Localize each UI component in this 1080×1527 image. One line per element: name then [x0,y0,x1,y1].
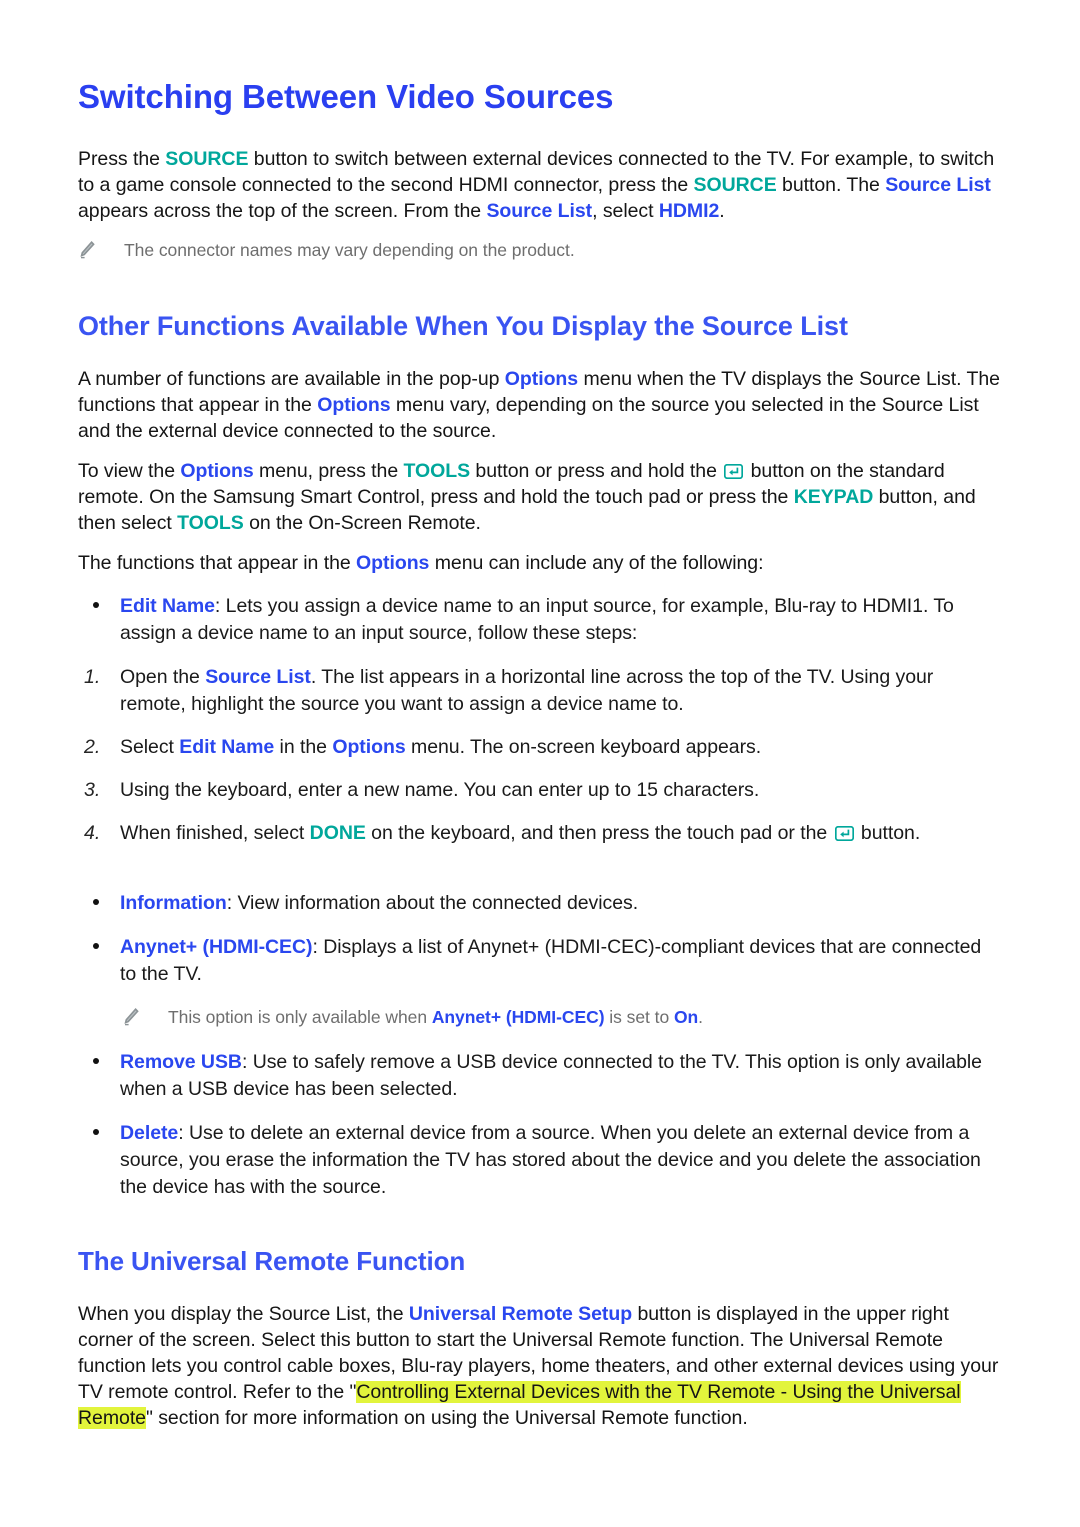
keyword-anynet: Anynet+ (HDMI-CEC) [120,935,313,958]
bullet-marker [78,1049,120,1103]
step-text: Select Edit Name in the Options menu. Th… [120,734,761,761]
step-text: Using the keyboard, enter a new name. Yo… [120,778,760,801]
keyword-hdmi2: HDMI2 [658,199,720,222]
step-text: When finished, select DONE on the keyboa… [120,820,920,847]
keyword-source-list: Source List [205,665,311,688]
keyword-options: Options [332,735,406,758]
keyword-universal-remote-setup: Universal Remote Setup [408,1302,633,1325]
text-fragment: : Use to safely remove a USB device conn… [120,1050,982,1100]
pencil-icon [122,1005,144,1032]
step-number: 1. [84,665,101,688]
enter-key-icon [724,463,744,479]
list-item-step-3: 3. Using the keyboard, enter a new name.… [78,777,1002,804]
text-fragment: This option is only available when [168,1006,432,1027]
step-number: 3. [84,778,101,801]
text-fragment: button or press and hold the [470,459,723,482]
keyword-tools: TOOLS [177,511,244,534]
keyword-options: Options [317,393,391,416]
keyword-source: SOURCE [165,147,249,170]
text-fragment: : Use to delete an external device from … [120,1121,981,1198]
text-fragment: . [698,1006,703,1027]
keyword-options: Options [504,367,579,390]
text-fragment: menu. The on-screen keyboard appears. [405,735,762,758]
document-page: Switching Between Video Sources Press th… [0,0,1080,1527]
list-item-delete: Delete: Use to delete an external device… [78,1120,1002,1201]
text-fragment: button. The [776,173,886,196]
text-fragment: menu can include any of the following: [429,551,764,574]
text-fragment: on the On-Screen Remote. [243,511,481,534]
keyword-anynet: Anynet+ (HDMI-CEC) [431,1006,605,1027]
text-fragment: is set to [604,1006,674,1027]
text-fragment: , select [592,199,659,222]
keyword-done: DONE [309,821,366,844]
list-item-text: Anynet+ (HDMI-CEC): Displays a list of A… [120,934,1002,988]
list-item-step-1: 1. Open the Source List. The list appear… [78,664,1002,718]
bullet-marker [78,593,120,647]
list-item-text: Edit Name: Lets you assign a device name… [120,593,1002,647]
keyword-options: Options [356,551,430,574]
keyword-source-list: Source List [885,173,991,196]
keyword-tools: TOOLS [403,459,471,482]
keyword-delete: Delete [120,1121,179,1144]
text-fragment: Open the [120,665,206,688]
other-functions-paragraph-2: To view the Options menu, press the TOOL… [78,458,1002,536]
text-fragment: : Lets you assign a device name to an in… [120,594,954,644]
text-fragment: menu, press the [253,459,404,482]
step-number: 4. [84,821,101,844]
keyword-information: Information [120,891,227,914]
list-item-remove-usb: Remove USB: Use to safely remove a USB d… [78,1049,1002,1103]
keyword-source: SOURCE [693,173,777,196]
note-anynet-availability: This option is only available when Anyne… [122,1005,1002,1032]
note-connector-names: The connector names may vary depending o… [78,238,1002,265]
list-item-edit-name: Edit Name: Lets you assign a device name… [78,593,1002,647]
other-functions-paragraph-3: The functions that appear in the Options… [78,550,1002,576]
keyword-keypad: KEYPAD [793,485,874,508]
list-item-text: Delete: Use to delete an external device… [120,1120,1002,1201]
text-fragment: button. [855,821,921,844]
list-item-anynet: Anynet+ (HDMI-CEC): Displays a list of A… [78,934,1002,988]
list-item-text: Remove USB: Use to safely remove a USB d… [120,1049,1002,1103]
section-title-universal-remote: The Universal Remote Function [78,1245,466,1276]
note-text: The connector names may vary depending o… [124,239,575,260]
bullet-marker [78,890,120,917]
keyword-edit-name: Edit Name [120,594,215,617]
keyword-remove-usb: Remove USB [120,1050,242,1073]
text-fragment: in the [274,735,333,758]
text-fragment: appears across the top of the screen. Fr… [78,199,487,222]
other-functions-paragraph-1: A number of functions are available in t… [78,366,1002,444]
list-item-text: Information: View information about the … [120,890,638,917]
pencil-icon [78,238,100,265]
enter-key-icon [834,825,854,841]
text-fragment: Press the [78,147,166,170]
text-fragment: When finished, select [120,821,310,844]
step-text: Open the Source List. The list appears i… [120,664,1002,718]
page-title: Switching Between Video Sources [78,78,614,115]
text-fragment: A number of functions are available in t… [78,367,505,390]
switching-paragraph: Press the SOURCE button to switch betwee… [78,146,1002,224]
text-fragment: on the keyboard, and then press the touc… [365,821,833,844]
text-fragment: : View information about the connected d… [226,891,639,914]
list-item-step-2: 2. Select Edit Name in the Options menu.… [78,734,1002,761]
list-item-step-4: 4. When finished, select DONE on the key… [78,820,1002,847]
text-fragment: To view the [78,459,181,482]
text-fragment: " section for more information on using … [145,1406,748,1429]
text-fragment: The functions that appear in the [78,551,357,574]
bullet-marker [78,934,120,988]
universal-remote-paragraph: When you display the Source List, the Un… [78,1301,1002,1431]
keyword-edit-name: Edit Name [179,735,275,758]
keyword-source-list: Source List [486,199,593,222]
note-text: This option is only available when Anyne… [168,1005,703,1029]
keyword-options: Options [180,459,254,482]
step-number: 2. [84,735,101,758]
text-fragment: . [719,199,725,222]
text-fragment: Select [120,735,180,758]
keyword-on: On [673,1006,699,1027]
bullet-marker [78,1120,120,1201]
section-title-other-functions: Other Functions Available When You Displ… [78,310,848,341]
list-item-information: Information: View information about the … [78,890,1002,917]
text-fragment: When you display the Source List, the [78,1302,409,1325]
